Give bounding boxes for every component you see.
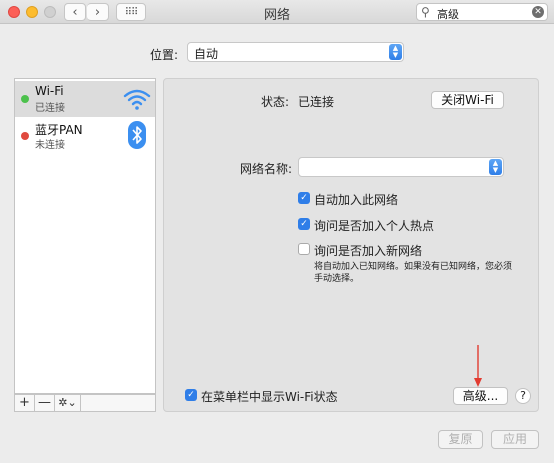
clear-search-icon[interactable]: ✕ bbox=[532, 6, 544, 18]
title-bar: ‹ › ⠿⠿ 网络 ⚲ 高级 ✕ bbox=[0, 0, 554, 24]
search-input[interactable]: 高级 bbox=[437, 6, 459, 22]
ask-new-network-checkbox[interactable] bbox=[298, 243, 310, 255]
show-in-menubar-checkbox[interactable]: ✓ bbox=[185, 389, 197, 401]
ask-new-network-label: 询问是否加入新网络 bbox=[314, 244, 423, 258]
ask-new-network-note-line1: 将自动加入已知网络。如果没有已知网络，您必须 bbox=[314, 262, 513, 272]
service-item-wifi[interactable]: Wi-Fi 已连接 bbox=[15, 81, 155, 117]
ask-new-network-note-line2: 手动选择。 bbox=[314, 274, 360, 284]
bluetooth-icon bbox=[128, 121, 146, 149]
annotation-arrow bbox=[474, 345, 482, 387]
service-status: 未连接 bbox=[35, 140, 65, 151]
popup-arrows-icon: ▲ ▼ bbox=[489, 159, 502, 175]
service-list-toolbar: + — ✲⌄ bbox=[14, 394, 156, 412]
wifi-icon bbox=[123, 89, 151, 110]
revert-button[interactable]: 复原 bbox=[438, 430, 483, 449]
location-popup[interactable]: 自动 ▲ ▼ bbox=[187, 42, 404, 62]
auto-join-checkbox[interactable]: ✓ bbox=[298, 192, 310, 204]
status-dot bbox=[21, 132, 29, 140]
advanced-button[interactable]: 高级... bbox=[453, 387, 508, 405]
show-in-menubar-label: 在菜单栏中显示Wi-Fi状态 bbox=[201, 390, 338, 404]
service-name: Wi-Fi bbox=[35, 84, 64, 98]
service-list: Wi-Fi 已连接 蓝牙PAN 未连接 bbox=[14, 78, 156, 394]
location-value: 自动 bbox=[194, 47, 219, 61]
auto-join-label: 自动加入此网络 bbox=[314, 193, 399, 207]
ask-hotspot-checkbox[interactable]: ✓ bbox=[298, 218, 310, 230]
help-button[interactable]: ? bbox=[515, 388, 531, 404]
status-dot bbox=[21, 95, 29, 103]
service-item-bluetooth-pan[interactable]: 蓝牙PAN 未连接 bbox=[15, 118, 155, 154]
status-value: 已连接 bbox=[298, 95, 335, 109]
status-label: 状态: bbox=[261, 95, 290, 109]
network-name-popup[interactable]: ▲ ▼ bbox=[298, 157, 504, 177]
turn-off-wifi-button[interactable]: 关闭Wi-Fi bbox=[431, 91, 504, 109]
ask-hotspot-label: 询问是否加入个人热点 bbox=[314, 219, 435, 233]
add-service-button[interactable]: + bbox=[15, 395, 35, 411]
network-name-label: 网络名称: bbox=[240, 162, 293, 176]
apply-button[interactable]: 应用 bbox=[491, 430, 539, 449]
gear-menu-button[interactable]: ✲⌄ bbox=[55, 395, 81, 411]
location-label: 位置: bbox=[150, 48, 179, 62]
popup-arrows-icon: ▲ ▼ bbox=[389, 44, 402, 60]
search-icon: ⚲ bbox=[421, 5, 430, 19]
remove-service-button[interactable]: — bbox=[35, 395, 55, 411]
service-status: 已连接 bbox=[35, 103, 65, 114]
search-field[interactable]: ⚲ 高级 ✕ bbox=[416, 3, 548, 21]
